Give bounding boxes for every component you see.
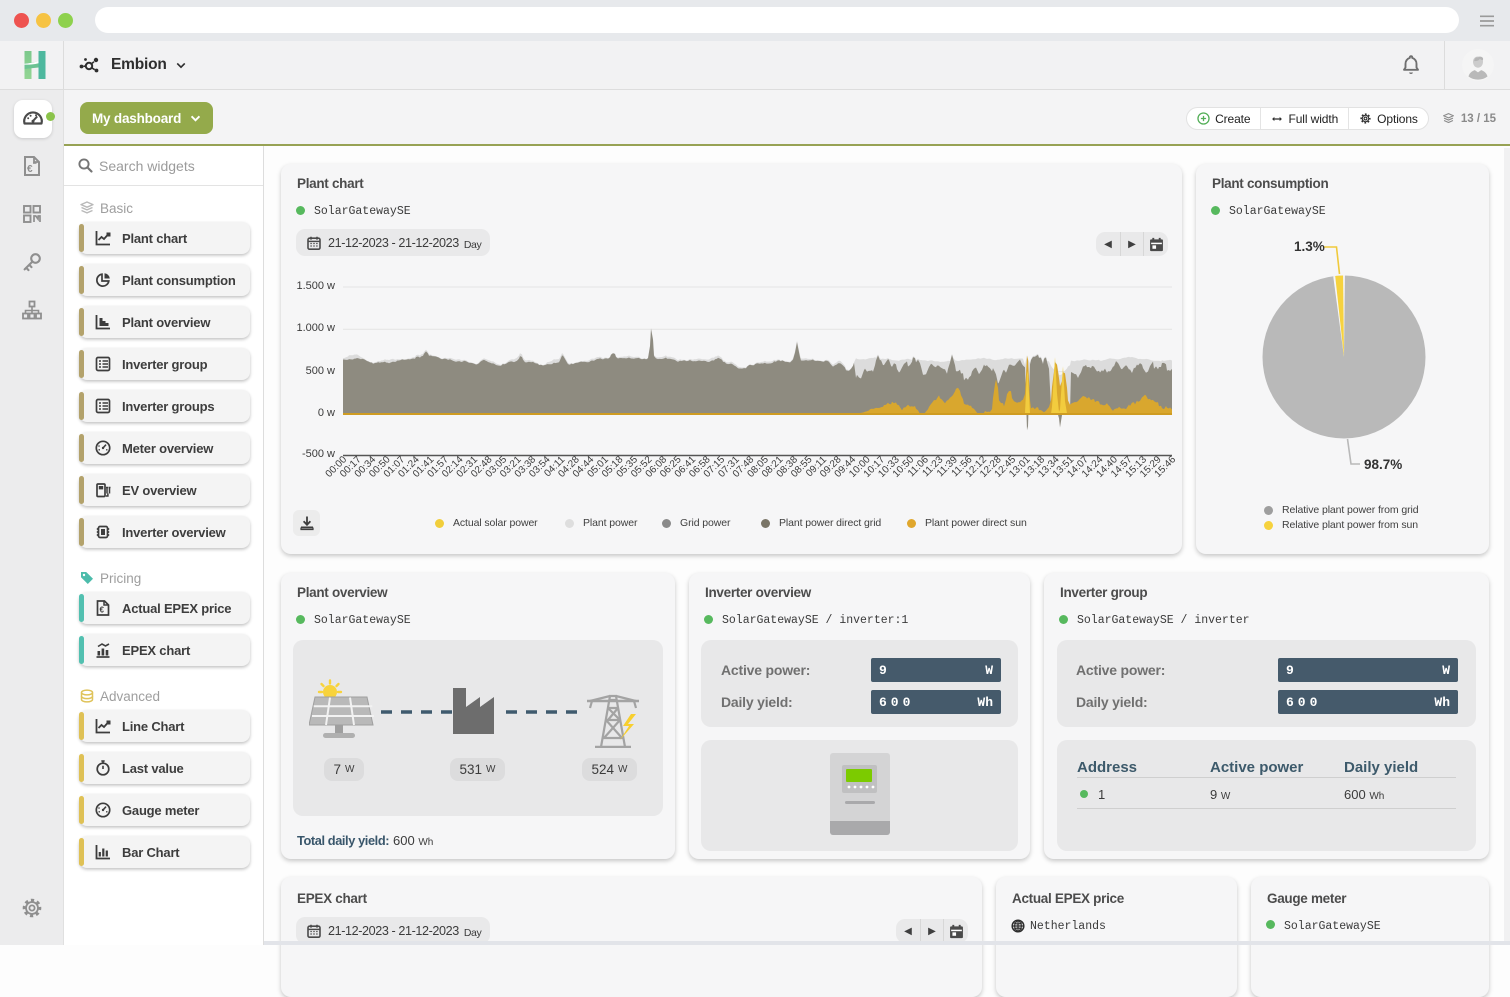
svg-text:€: € [100, 606, 105, 615]
svg-text:€: € [27, 164, 33, 175]
svg-text:1.3%: 1.3% [1294, 239, 1325, 254]
svg-text:98.7%: 98.7% [1364, 457, 1402, 472]
